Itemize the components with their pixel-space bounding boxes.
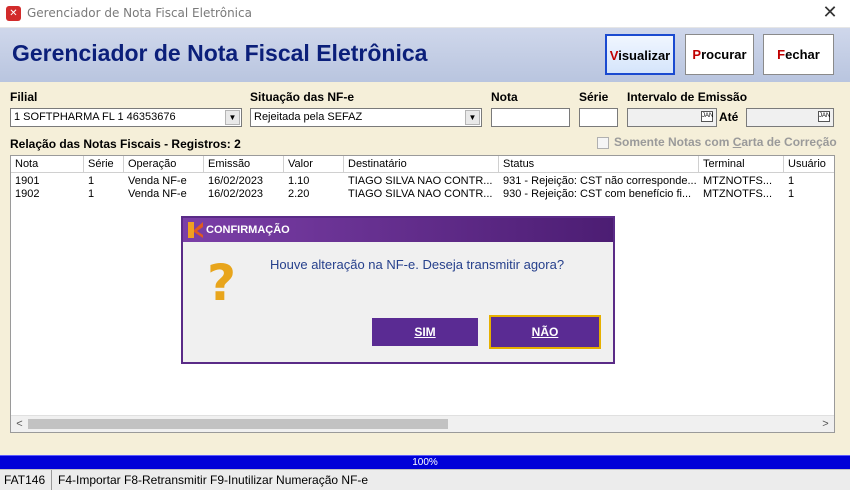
status-bar: FAT146 F4-Importar F8-Retransmitir F9-In… xyxy=(0,469,850,490)
serie-label: Série xyxy=(579,90,609,104)
visualizar-hotkey: V xyxy=(609,48,619,63)
ate-label: Até xyxy=(719,110,739,124)
scroll-left-icon[interactable]: < xyxy=(11,416,28,432)
cell-terminal: MTZNOTFS... xyxy=(703,175,773,187)
cell-destinatario: TIAGO SILVA NAO CONTR... xyxy=(348,175,493,187)
column-header[interactable]: Nota xyxy=(11,156,84,173)
cell-emissao: 16/02/2023 xyxy=(208,175,264,187)
column-header[interactable]: Operação xyxy=(124,156,204,173)
column-header[interactable]: Usuário xyxy=(784,156,834,173)
cell-terminal: MTZNOTFS... xyxy=(703,188,773,200)
nota-input[interactable] xyxy=(491,108,570,127)
cell-nota: 1901 xyxy=(15,175,40,187)
filial-value: 1 SOFTPHARMA FL 1 46353676 xyxy=(14,111,176,123)
procurar-button[interactable]: Procurar xyxy=(685,34,754,75)
chevron-down-icon[interactable]: ▼ xyxy=(225,110,240,125)
sim-button[interactable]: SIM xyxy=(372,318,478,346)
cell-serie: 1 xyxy=(88,175,95,187)
situacao-value: Rejeitada pela SEFAZ xyxy=(254,111,363,123)
status-code: FAT146 xyxy=(0,470,52,490)
page-title: Gerenciador de Nota Fiscal Eletrônica xyxy=(12,40,428,66)
list-caption: Relação das Notas Fiscais - Registros: 2 xyxy=(10,137,241,151)
situacao-select[interactable]: Rejeitada pela SEFAZ ▼ xyxy=(250,108,482,127)
cell-usuario: 1 xyxy=(788,188,795,200)
dialog-title: CONFIRMAÇÃO xyxy=(206,224,290,236)
column-header[interactable]: Série xyxy=(84,156,124,173)
procurar-label: rocurar xyxy=(701,47,747,62)
filial-select[interactable]: 1 SOFTPHARMA FL 1 46353676 ▼ xyxy=(10,108,242,127)
column-header[interactable]: Valor xyxy=(284,156,344,173)
data-inicio-input[interactable]: JAN xyxy=(627,108,717,127)
status-hints: F4-Importar F8-Retransmitir F9-Inutiliza… xyxy=(58,473,369,487)
cell-operacao: Venda NF-e xyxy=(128,175,187,187)
dialog-message: Houve alteração na NF-e. Deseja transmit… xyxy=(270,257,565,272)
column-header[interactable]: Terminal xyxy=(699,156,784,173)
carta-correcao-checkbox[interactable] xyxy=(597,137,609,149)
scroll-thumb[interactable] xyxy=(28,419,448,429)
cell-valor: 1.10 xyxy=(288,175,310,187)
visualizar-label: isualizar xyxy=(618,48,671,63)
table-row[interactable]: 1901 1 Venda NF-e 16/02/2023 1.10 TIAGO … xyxy=(11,175,834,188)
chevron-down-icon[interactable]: ▼ xyxy=(465,110,480,125)
horizontal-scrollbar[interactable]: < > xyxy=(11,415,834,432)
confirmation-dialog: CONFIRMAÇÃO ? Houve alteração na NF-e. D… xyxy=(181,216,615,364)
fechar-button[interactable]: Fechar xyxy=(763,34,834,75)
window-close-button[interactable]: ✕ xyxy=(820,3,840,23)
calendar-icon[interactable]: JAN xyxy=(818,111,830,122)
cell-nota: 1902 xyxy=(15,188,40,200)
situacao-label: Situação das NF-e xyxy=(250,90,355,104)
cell-serie: 1 xyxy=(88,188,95,200)
app-logo-icon: ✕ xyxy=(6,6,21,21)
cell-destinatario: TIAGO SILVA NAO CONTR... xyxy=(348,188,493,200)
nota-label: Nota xyxy=(491,90,518,104)
fechar-label: echar xyxy=(785,47,820,62)
carta-label-pre: Somente Notas com xyxy=(614,135,733,149)
cell-usuario: 1 xyxy=(788,175,795,187)
cell-emissao: 16/02/2023 xyxy=(208,188,264,200)
visualizar-button[interactable]: Visualizar xyxy=(605,34,675,75)
data-fim-input[interactable]: JAN xyxy=(746,108,834,127)
question-icon: ? xyxy=(207,254,237,312)
table-header: Nota Série Operação Emissão Valor Destin… xyxy=(11,156,834,173)
calendar-icon[interactable]: JAN xyxy=(701,111,713,122)
filial-label: Filial xyxy=(10,90,38,104)
procurar-hotkey: P xyxy=(692,47,702,62)
serie-input[interactable] xyxy=(579,108,618,127)
cell-operacao: Venda NF-e xyxy=(128,188,187,200)
carta-correcao-label: Somente Notas com Carta de Correção xyxy=(614,135,837,149)
cell-status: 930 - Rejeição: CST com benefício fi... xyxy=(503,188,692,200)
dialog-titlebar: CONFIRMAÇÃO xyxy=(183,218,613,242)
intervalo-label: Intervalo de Emissão xyxy=(627,90,748,104)
nao-button[interactable]: NÃO xyxy=(489,315,601,349)
table-row[interactable]: 1902 1 Venda NF-e 16/02/2023 2.20 TIAGO … xyxy=(11,188,834,201)
fechar-hotkey: F xyxy=(777,47,786,62)
column-header[interactable]: Emissão xyxy=(204,156,284,173)
progress-bar: 100% xyxy=(0,455,850,469)
carta-label-post: arta de Correção xyxy=(741,135,837,149)
window-title: Gerenciador de Nota Fiscal Eletrônica xyxy=(27,6,252,20)
app-header: Gerenciador de Nota Fiscal Eletrônica Vi… xyxy=(0,28,850,82)
brand-logo-icon xyxy=(188,222,203,238)
scroll-right-icon[interactable]: > xyxy=(817,416,834,432)
cell-status: 931 - Rejeição: CST não corresponde... xyxy=(503,175,697,187)
window-titlebar: ✕ Gerenciador de Nota Fiscal Eletrônica … xyxy=(0,0,850,28)
column-header[interactable]: Status xyxy=(499,156,699,173)
cell-valor: 2.20 xyxy=(288,188,310,200)
column-header[interactable]: Destinatário xyxy=(344,156,499,173)
